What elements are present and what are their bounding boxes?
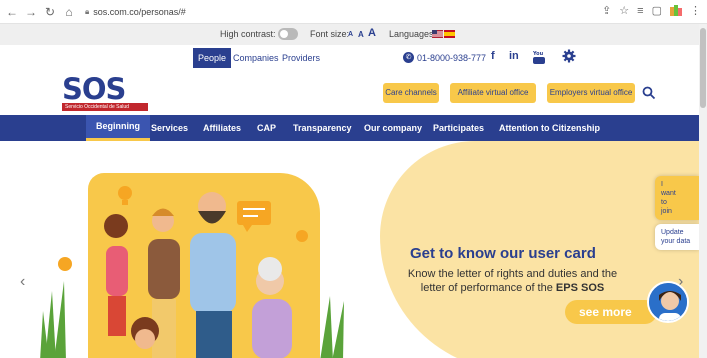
logo-wordmark: SOS [62,72,126,106]
sos-logo[interactable]: SOS Servicio Occidental de Salud [62,72,150,112]
browser-nav: ← → ↻ ⌂ [6,5,75,19]
high-contrast-toggle[interactable] [278,28,298,40]
care-channels-button[interactable]: Care channels [383,83,439,103]
nav-services[interactable]: Services [151,115,188,141]
tab-people[interactable]: People [193,48,232,68]
phone-icon: ✆ [403,52,414,63]
hero-description: Know the letter of rights and duties and… [380,267,645,295]
join-line4: join [661,208,672,215]
hero-title: Get to know our user card [410,245,596,262]
page-scrollbar[interactable] [699,24,707,358]
see-more-button[interactable]: see more [565,300,657,324]
menu-icon[interactable]: ⋮ [690,4,701,17]
font-large-button[interactable]: A [368,27,376,39]
share-icon[interactable]: ⇪ [602,4,611,17]
font-medium-button[interactable]: A [358,30,364,39]
employers-virtual-office-button[interactable]: Employers virtual office [547,83,635,103]
hero-description-brand: EPS SOS [555,282,605,294]
tab-companies[interactable]: Companies [228,48,284,68]
join-line3: to [661,199,667,206]
forward-icon[interactable]: → [25,5,37,19]
address-bar[interactable]: 🔒︎ sos.com.co/personas/# [85,7,186,17]
hero-description-line1: Know the letter of rights and duties and… [407,268,618,280]
font-size-label: Font size: [310,29,350,39]
search-icon[interactable] [642,86,656,100]
us-flag-icon[interactable] [432,30,443,38]
chatbot-avatar[interactable] [647,281,689,323]
logo-tagline: Servicio Occidental de Salud [62,103,148,111]
nav-transparency[interactable]: Transparency [293,115,352,141]
nav-our-company[interactable]: Our company [364,115,422,141]
scrollbar-thumb[interactable] [700,28,706,108]
browser-toolbar: ← → ↻ ⌂ 🔒︎ sos.com.co/personas/# ⇪ ☆ ≡ ▢… [0,0,707,24]
linkedin-icon[interactable]: in [509,50,519,62]
spain-flag-icon[interactable] [444,30,455,38]
carousel-prev-arrow[interactable]: ‹ [20,273,25,291]
update-line1: Update [661,229,684,236]
url-text: sos.com.co/personas/# [93,6,186,17]
join-line2: want [661,190,676,197]
main-navigation: Beginning Services Affiliates CAP Transp… [0,115,707,141]
tab-providers[interactable]: Providers [277,48,325,68]
segment-bar: People Companies Providers ✆ 01-8000-938… [0,45,707,71]
phone-number: 01-8000-938-777 [417,52,487,63]
extension-icon[interactable] [670,4,682,17]
hero-description-line2: letter of performance of the [420,282,556,294]
update-data-panel[interactable]: Update your data [655,224,699,250]
font-small-button[interactable]: A [348,31,353,38]
nav-affiliates[interactable]: Affiliates [203,115,241,141]
nav-beginning[interactable]: Beginning [86,115,150,141]
browser-actions: ⇪ ☆ ≡ ▢ ⋮ [602,4,701,17]
update-line2: your data [661,238,691,245]
site-header: SOS Servicio Occidental de Salud Care ch… [0,71,707,115]
window-icon[interactable]: ▢ [652,4,662,17]
languages-label: Languages: [389,29,437,39]
phone-contact[interactable]: ✆ 01-8000-938-777 [403,52,486,63]
accessibility-bar: High contrast: Font size: A A A Language… [0,24,707,45]
reading-list-icon[interactable]: ≡ [637,5,643,17]
join-panel[interactable]: I want to join [655,176,699,220]
star-icon[interactable]: ☆ [619,4,629,17]
nav-cap[interactable]: CAP [257,115,276,141]
facebook-icon[interactable]: f [491,50,495,62]
high-contrast-label: High contrast: [220,29,276,39]
svg-text:You: You [533,51,544,57]
reload-icon[interactable]: ↻ [44,5,56,19]
youtube-icon[interactable]: You [532,50,545,67]
lock-icon: 🔒︎ [85,6,90,16]
family-illustration [40,186,344,358]
affiliate-virtual-office-button[interactable]: Affiliate virtual office [450,83,536,103]
nav-participates[interactable]: Participates [433,115,484,141]
settings-gear-icon[interactable] [562,49,576,66]
back-icon[interactable]: ← [6,5,18,19]
nav-attention-to-citizenship[interactable]: Attention to Citizenship [499,115,600,141]
hero-carousel: ‹ › Get to know our user card Know the l… [0,141,707,358]
home-icon[interactable]: ⌂ [63,5,75,19]
join-line1: I [661,181,663,188]
